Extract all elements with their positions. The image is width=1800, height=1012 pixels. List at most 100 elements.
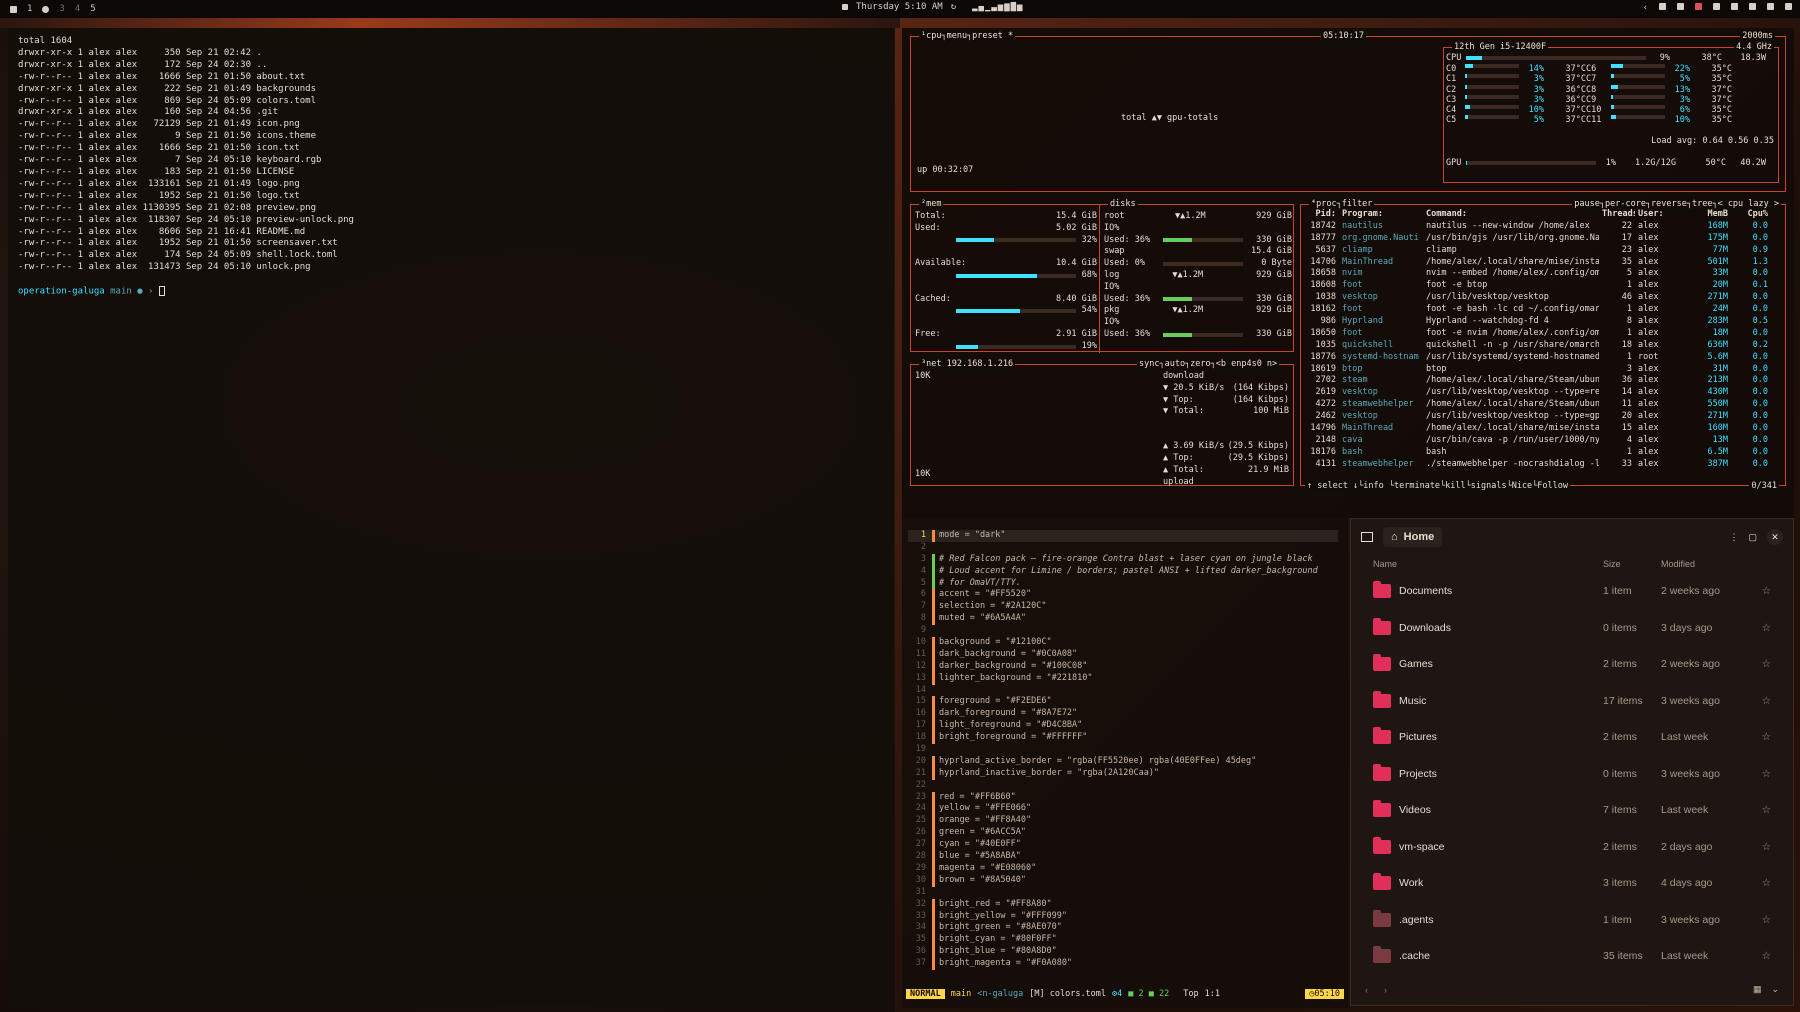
editor-line[interactable]: 3 # Red Falcon pack — fire-orange Contra … [908, 553, 1338, 566]
proc-col-header[interactable]: User: [1635, 209, 1675, 221]
location-home[interactable]: ⌂ Home [1383, 527, 1443, 547]
editor-line[interactable]: 30 brown = "#8A5040" [908, 874, 1338, 887]
editor-line[interactable]: 1 mode = "dark" [908, 530, 1338, 542]
cpu-title[interactable]: ¹cpu┐menu┐preset * [919, 31, 1016, 41]
proc-row[interactable]: 18619 btop btop 3 alex 31M 0.0 [1305, 364, 1781, 376]
proc-row[interactable]: 1035 quickshell quickshell -n -p /usr/shar… [1305, 340, 1781, 352]
proc-row[interactable]: 5637 cliamp cliamp 23 alex 77M 0.9 [1305, 245, 1781, 257]
editor-line[interactable]: 2 [908, 542, 1338, 554]
proc-row[interactable]: 18162 foot foot -e bash -lc cd ~/.config/o… [1305, 304, 1781, 316]
workspace-3[interactable]: 3 [59, 4, 64, 14]
proc-row[interactable]: 18742 nautilus nautilus --new-window /home… [1305, 221, 1781, 233]
proc-options[interactable]: pause┐per-core┐reverse┐tree┐< cpu lazy > [1572, 199, 1781, 209]
file-row[interactable]: Videos 7 items Last week ☆ [1351, 792, 1793, 829]
col-size[interactable]: Size [1603, 559, 1661, 569]
tray-icon-2[interactable] [1677, 3, 1684, 10]
star-icon[interactable]: ☆ [1762, 658, 1771, 670]
editor-line[interactable]: 13 lighter_background = "#221810" [908, 672, 1338, 685]
star-icon[interactable]: ☆ [1762, 804, 1771, 816]
editor-line[interactable]: 11 dark_background = "#0C0A08" [908, 648, 1338, 661]
proc-row[interactable]: 18658 nvim nvim --embed /home/alex/.config… [1305, 268, 1781, 280]
file-row[interactable]: .cache 35 items Last week ☆ [1351, 938, 1793, 975]
editor-line[interactable]: 29 magenta = "#E08060" [908, 862, 1338, 875]
net-title[interactable]: ³net 192.168.1.216 [919, 359, 1016, 369]
editor-line[interactable]: 25 orange = "#FF8A40" [908, 815, 1338, 828]
proc-row[interactable]: 18608 foot foot -e btop 1 alex 20M 0.1 [1305, 280, 1781, 292]
star-icon[interactable]: ☆ [1762, 622, 1771, 634]
star-icon[interactable]: ☆ [1762, 950, 1771, 962]
proc-row[interactable]: 18777 org.gnome.Nauti/usr/bin/gjs /usr/li… [1305, 233, 1781, 245]
proc-row[interactable]: 2619 vesktop/usr/lib/vesktop/vesktop --ty… [1305, 387, 1781, 399]
file-row[interactable]: .agents 1 item 3 weeks ago ☆ [1351, 902, 1793, 939]
editor-line[interactable]: 4 # Loud accent for Limine / borders; pas… [908, 565, 1338, 578]
new-folder-icon[interactable]: ▢ [1748, 532, 1757, 543]
neovim-window[interactable]: 1 mode = "dark" 2 3 # Red Falcon pack — fire… [902, 518, 1348, 1008]
editor-line[interactable]: 18 bright_foreground = "#FFFFFF" [908, 732, 1338, 745]
editor-line[interactable]: 5 # for OmaVT/TTY. [908, 577, 1338, 590]
star-icon[interactable]: ☆ [1762, 695, 1771, 707]
editor-line[interactable]: 20 hyprland_active_border = "rgba(FF5520e… [908, 755, 1338, 768]
editor-line[interactable]: 19 [908, 744, 1338, 756]
editor-line[interactable]: 16 dark_foreground = "#8A7E72" [908, 708, 1338, 721]
close-icon[interactable]: ✕ [1767, 529, 1783, 545]
file-row[interactable]: Games 2 items 2 weeks ago ☆ [1351, 646, 1793, 683]
workspace-2-active-icon[interactable] [42, 5, 50, 13]
editor-line[interactable]: 9 [908, 625, 1338, 637]
editor-line[interactable]: 22 [908, 780, 1338, 792]
proc-row[interactable]: 14706 MainThread/home/alex/.local/share/m… [1305, 257, 1781, 269]
tray-icon-1[interactable] [1659, 3, 1666, 10]
col-name[interactable]: Name [1373, 559, 1603, 569]
sidebar-toggle-icon[interactable] [1361, 532, 1373, 542]
proc-footer[interactable]: ↑ select ↓└info └terminate└kill└signals└… [1305, 481, 1570, 491]
proc-col-header[interactable]: Program: [1339, 209, 1423, 221]
btop-window[interactable]: ¹cpu┐menu┐preset * 05:10:17 2000ms total… [902, 28, 1794, 518]
proc-col-header[interactable]: Pid: [1305, 209, 1339, 221]
terminal-window[interactable]: total 1604 drwxr-xr-x 1 alex alex 350 Se… [8, 28, 894, 1004]
editor-line[interactable]: 6 accent = "#FF5520" [908, 589, 1338, 602]
file-row[interactable]: vm-space 2 items 2 days ago ☆ [1351, 829, 1793, 866]
editor-line[interactable]: 8 muted = "#6A5A4A" [908, 613, 1338, 626]
star-icon[interactable]: ☆ [1762, 585, 1771, 597]
star-icon[interactable]: ☆ [1762, 914, 1771, 926]
editor-line[interactable]: 12 darker_background = "#100C08" [908, 660, 1338, 673]
proc-row[interactable]: 2702 steam/home/alex/.local/share/Steam/u… [1305, 375, 1781, 387]
editor-line[interactable]: 17 light_foreground = "#D4C8BA" [908, 720, 1338, 733]
proc-row[interactable]: 4272 steamwebhelper/home/alex/.local/shar… [1305, 399, 1781, 411]
editor-line[interactable]: 34 bright_green = "#8AE070" [908, 922, 1338, 935]
editor-line[interactable]: 24 yellow = "#FFE066" [908, 803, 1338, 816]
file-manager-window[interactable]: ⌂ Home ⋮ ▢ ✕ Name Size Modified Documents… [1350, 518, 1794, 1006]
file-row[interactable]: Downloads 0 items 3 days ago ☆ [1351, 610, 1793, 647]
star-icon[interactable]: ☆ [1762, 841, 1771, 853]
workspace-5[interactable]: 5 [90, 4, 95, 14]
editor-line[interactable]: 26 green = "#6ACC5A" [908, 827, 1338, 840]
editor-line[interactable]: 27 cyan = "#40E0FF" [908, 839, 1338, 852]
editor-buffer[interactable]: 1 mode = "dark" 2 3 # Red Falcon pack — fire… [908, 530, 1338, 970]
workspace-4[interactable]: 4 [75, 4, 80, 14]
editor-line[interactable]: 35 bright_cyan = "#80F0FF" [908, 934, 1338, 947]
editor-line[interactable]: 33 bright_yellow = "#FFF099" [908, 910, 1338, 923]
file-row[interactable]: Music 17 items 3 weeks ago ☆ [1351, 683, 1793, 720]
record-icon[interactable] [1695, 3, 1702, 10]
star-icon[interactable]: ☆ [1762, 877, 1771, 889]
proc-row[interactable]: 18650 foot foot -e nvim /home/alex/.config… [1305, 328, 1781, 340]
proc-col-header[interactable]: Cpu% [1731, 209, 1771, 221]
workspace-1[interactable]: 1 [27, 4, 32, 14]
editor-line[interactable]: 23 red = "#FF6B60" [908, 791, 1338, 804]
back-icon[interactable]: ‹ [1365, 985, 1368, 995]
editor-line[interactable]: 28 blue = "#5A8ABA" [908, 851, 1338, 863]
star-icon[interactable]: ☆ [1762, 768, 1771, 780]
proc-col-header[interactable]: MemB [1675, 209, 1731, 221]
file-row[interactable]: Pictures 2 items Last week ☆ [1351, 719, 1793, 756]
proc-row[interactable]: 986 Hyprland Hyprland --watchdog-fd 4 8 alex… [1305, 316, 1781, 328]
editor-line[interactable]: 10 background = "#12100C" [908, 637, 1338, 649]
editor-line[interactable]: 7 selection = "#2A120C" [908, 601, 1338, 614]
grid-view-icon[interactable]: ▦ [1753, 984, 1762, 995]
chevron-left-icon[interactable]: ‹ [1643, 3, 1648, 13]
star-icon[interactable]: ☆ [1762, 731, 1771, 743]
proc-row[interactable]: 4131 steamwebhelper ./steamwebhelper -nocr… [1305, 459, 1781, 471]
menu-icon[interactable]: ⋮ [1729, 532, 1738, 543]
proc-col-header[interactable]: Command: [1423, 209, 1599, 221]
col-modified[interactable]: Modified [1661, 559, 1695, 569]
proc-row[interactable]: 14796 MainThread/home/alex/.local/share/m… [1305, 423, 1781, 435]
net-options[interactable]: sync┐auto┐zero┐<b enp4s0 n> [1137, 359, 1280, 369]
